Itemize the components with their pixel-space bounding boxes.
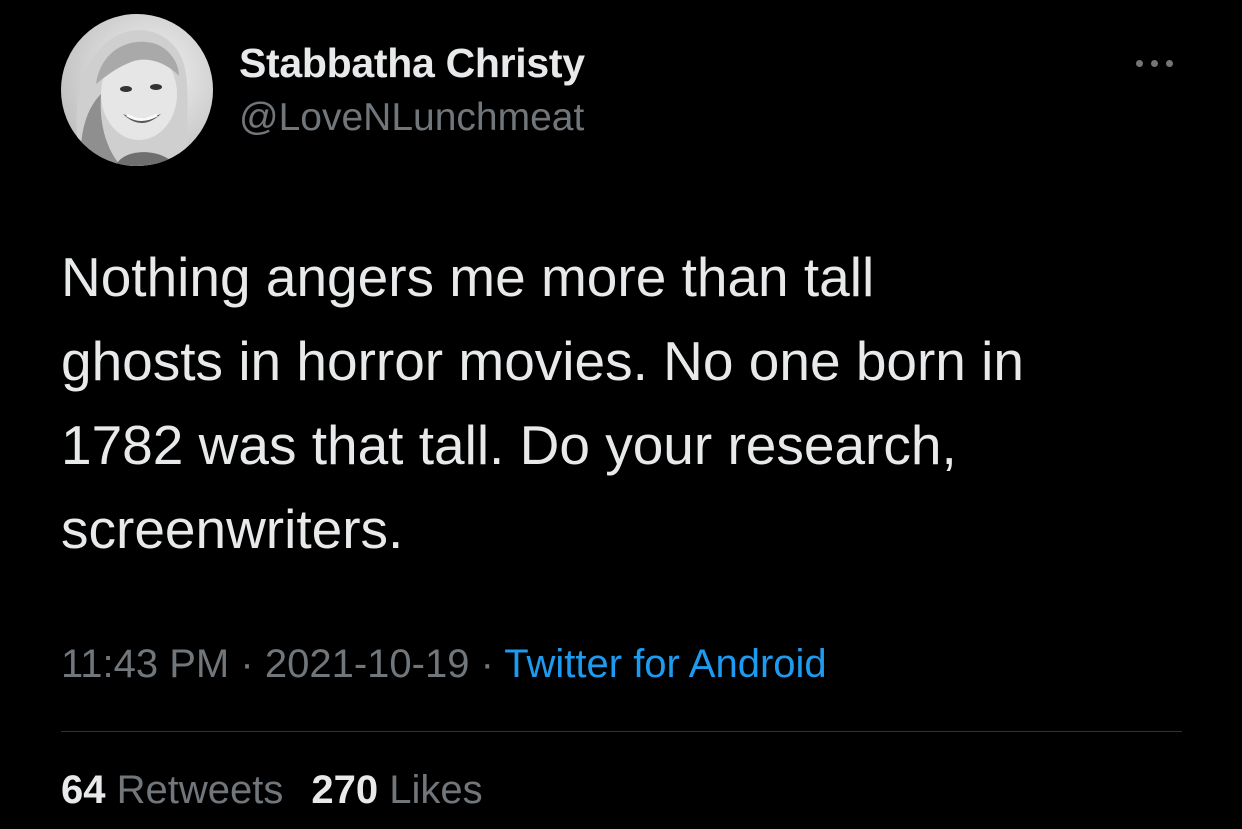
more-options-button[interactable] — [1130, 50, 1180, 76]
author-handle[interactable]: @LoveNLunchmeat — [239, 96, 584, 140]
more-horizontal-icon — [1136, 60, 1143, 67]
tweet-text: Nothing angers me more than tall ghosts … — [61, 235, 1201, 571]
likes-label: Likes — [389, 768, 483, 812]
likes-count: 270 — [311, 768, 379, 812]
meta-separator: · — [240, 642, 254, 686]
author-display-name[interactable]: Stabbatha Christy — [239, 40, 585, 87]
more-horizontal-icon-dot — [1151, 60, 1158, 67]
retweets-stat[interactable]: 64 Retweets — [61, 768, 283, 812]
tweet-time[interactable]: 11:43 PM — [61, 642, 229, 686]
tweet-text-line: ghosts in horror movies. No one born in — [61, 330, 1024, 392]
likes-stat[interactable]: 270 Likes — [311, 768, 482, 812]
tweet-text-line: Nothing angers me more than tall — [61, 246, 875, 308]
more-horizontal-icon-dot — [1166, 60, 1173, 67]
tweet-text-line: screenwriters. — [61, 498, 404, 560]
avatar[interactable] — [61, 14, 213, 166]
tweet-metadata: 11:43 PM · 2021-10-19 · Twitter for Andr… — [61, 642, 827, 687]
tweet-text-line: 1782 was that tall. Do your research, — [61, 414, 957, 476]
tweet-source-link[interactable]: Twitter for Android — [504, 642, 826, 686]
divider — [61, 731, 1182, 732]
tweet-stats: 64 Retweets 270 Likes — [61, 768, 483, 813]
avatar-photo — [61, 14, 213, 166]
meta-separator: · — [480, 642, 494, 686]
retweets-label: Retweets — [116, 768, 284, 812]
retweets-count: 64 — [61, 768, 106, 812]
tweet-card: Stabbatha Christy @LoveNLunchmeat Nothin… — [0, 0, 1242, 829]
tweet-date[interactable]: 2021-10-19 — [265, 642, 470, 686]
